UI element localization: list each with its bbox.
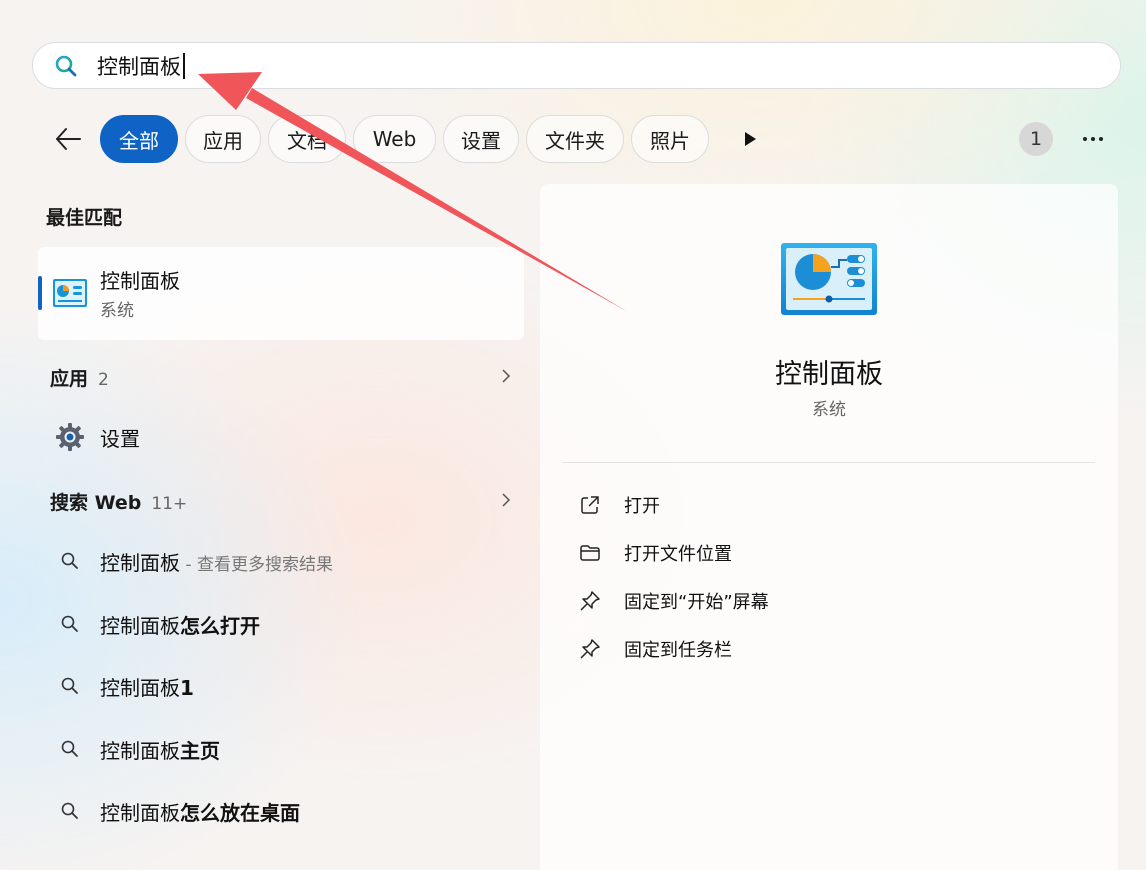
filter-tab-folders[interactable]: 文件夹 xyxy=(526,115,624,163)
preview-subtitle: 系统 xyxy=(812,400,846,420)
apps-section-count: 2 xyxy=(98,370,109,390)
best-match-heading: 最佳匹配 xyxy=(46,207,123,229)
search-input[interactable]: 控制面板 xyxy=(97,51,185,81)
filter-tab-documents[interactable]: 文档 xyxy=(268,115,346,163)
action-label: 打开 xyxy=(624,496,660,517)
action-label: 固定到“开始”屏幕 xyxy=(624,592,769,613)
web-section-title: 搜索 Web xyxy=(50,492,142,514)
search-icon xyxy=(55,55,77,77)
app-result-settings[interactable]: 设置 xyxy=(50,417,520,457)
web-suggestion-prefix: 控制面板 xyxy=(100,613,180,638)
web-suggestion-suffix: 怎么打开 xyxy=(180,613,260,638)
result-count-badge[interactable]: 1 xyxy=(1019,122,1053,156)
pin-icon xyxy=(580,639,600,659)
search-icon xyxy=(61,552,78,569)
action-label: 打开文件位置 xyxy=(624,544,732,565)
gear-icon xyxy=(56,423,84,451)
web-suggestion-hint: - 查看更多搜索结果 xyxy=(180,554,333,575)
search-icon xyxy=(61,802,78,819)
web-suggestion-prefix: 控制面板 xyxy=(100,675,180,700)
chevron-right-icon[interactable] xyxy=(500,491,512,509)
selection-indicator xyxy=(38,276,42,310)
web-suggestion[interactable]: 控制面板主页 xyxy=(50,729,520,769)
filter-tab-settings[interactable]: 设置 xyxy=(443,115,519,163)
filter-tab-all[interactable]: 全部 xyxy=(100,115,178,163)
best-match-title: 控制面板 xyxy=(100,269,180,293)
more-options-icon[interactable] xyxy=(1078,125,1108,153)
text-caret xyxy=(183,53,185,79)
web-suggestion-prefix: 控制面板 xyxy=(100,738,180,763)
action-label: 固定到任务栏 xyxy=(624,640,732,661)
app-result-label: 设置 xyxy=(100,426,140,451)
web-suggestion-suffix: 1 xyxy=(180,675,194,700)
control-panel-icon xyxy=(781,243,877,315)
apps-section-heading[interactable]: 应用 2 xyxy=(50,364,109,391)
best-match-result[interactable]: 控制面板 系统 xyxy=(38,247,524,340)
web-suggestion-prefix: 控制面板 xyxy=(100,550,180,575)
apps-section-title: 应用 xyxy=(50,368,89,390)
chevron-right-icon[interactable] xyxy=(500,367,512,385)
web-suggestion-prefix: 控制面板 xyxy=(100,800,180,825)
web-suggestion[interactable]: 控制面板怎么放在桌面 xyxy=(50,791,520,831)
web-section-heading[interactable]: 搜索 Web 11+ xyxy=(50,488,187,515)
search-icon xyxy=(61,677,78,694)
action-open[interactable]: 打开 xyxy=(578,487,1078,523)
search-icon xyxy=(61,615,78,632)
web-suggestion[interactable]: 控制面板1 xyxy=(50,666,520,706)
search-icon xyxy=(61,740,78,757)
control-panel-icon xyxy=(53,279,87,307)
back-arrow-icon[interactable] xyxy=(52,123,84,155)
filter-tab-apps[interactable]: 应用 xyxy=(185,115,261,163)
web-suggestion[interactable]: 控制面板怎么打开 xyxy=(50,604,520,644)
action-pin-to-taskbar[interactable]: 固定到任务栏 xyxy=(578,631,1078,667)
web-suggestion[interactable]: 控制面板 - 查看更多搜索结果 xyxy=(50,541,520,581)
search-box[interactable]: 控制面板 xyxy=(32,42,1121,89)
pin-icon xyxy=(580,591,600,611)
best-match-subtitle: 系统 xyxy=(100,301,134,321)
more-filters-arrow-icon[interactable] xyxy=(740,126,762,152)
action-open-file-location[interactable]: 打开文件位置 xyxy=(578,535,1078,571)
filter-tab-web[interactable]: Web xyxy=(353,115,436,163)
preview-title: 控制面板 xyxy=(775,359,883,390)
web-suggestion-suffix: 主页 xyxy=(180,738,220,763)
search-input-value: 控制面板 xyxy=(97,55,181,79)
action-pin-to-start[interactable]: 固定到“开始”屏幕 xyxy=(578,583,1078,619)
divider xyxy=(562,462,1095,463)
preview-panel: 控制面板 系统 打开 打开文件位置 固定到“开始”屏幕 固定到任务栏 xyxy=(540,184,1118,870)
open-external-icon xyxy=(581,496,599,514)
folder-icon xyxy=(580,545,600,561)
web-section-count: 11+ xyxy=(151,494,188,514)
filter-tab-photos[interactable]: 照片 xyxy=(631,115,709,163)
web-suggestion-suffix: 怎么放在桌面 xyxy=(180,800,300,825)
